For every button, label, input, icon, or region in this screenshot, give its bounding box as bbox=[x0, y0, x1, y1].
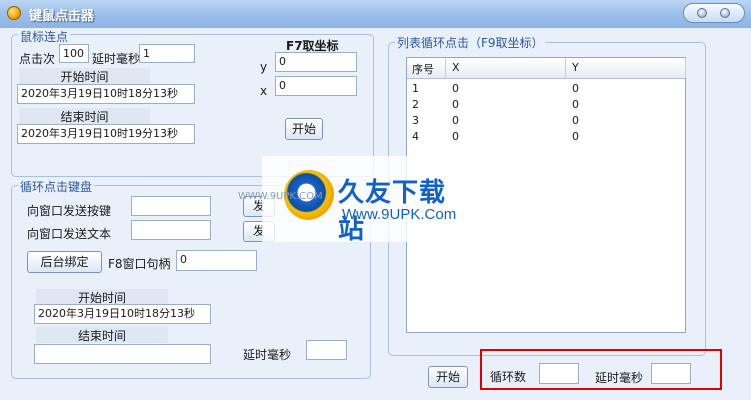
start-time-input[interactable]: 2020年3月19日10时18分13秒 bbox=[17, 84, 195, 104]
kb-delay-input[interactable] bbox=[306, 340, 347, 360]
list-loop-legend: 列表循环点击（F9取坐标） bbox=[395, 34, 546, 51]
send-text-label: 向窗口发送文本 bbox=[27, 227, 112, 241]
row-x: 0 bbox=[452, 82, 459, 95]
loop-delay-input[interactable] bbox=[651, 363, 691, 384]
list-start-button[interactable]: 开始 bbox=[428, 366, 468, 388]
end-time-input[interactable]: 2020年3月19日10时19分13秒 bbox=[17, 124, 195, 144]
close-button[interactable] bbox=[720, 8, 730, 18]
row-x: 0 bbox=[452, 114, 459, 127]
send-key-input[interactable] bbox=[131, 196, 211, 216]
title-bar[interactable]: 键鼠点击器 bbox=[0, 0, 751, 29]
row-index: 1 bbox=[412, 82, 419, 95]
send-key-label: 向窗口发送按键 bbox=[27, 204, 112, 218]
list-header: 序号 X Y bbox=[407, 58, 686, 79]
kb-end-time-input[interactable] bbox=[34, 344, 211, 364]
window-handle-input[interactable]: 0 bbox=[176, 250, 257, 271]
row-x: 0 bbox=[452, 98, 459, 111]
list-row[interactable]: 2 0 0 bbox=[407, 96, 685, 112]
watermark-url: Www.9UPK.Com bbox=[342, 206, 457, 223]
window-title: 键鼠点击器 bbox=[29, 9, 95, 24]
window-handle-label: F8窗口句柄 bbox=[108, 257, 171, 271]
x-coord-input[interactable]: 0 bbox=[275, 76, 357, 96]
y-label: y bbox=[260, 60, 268, 74]
keyboard-loop-legend: 循环点击键盘 bbox=[18, 178, 95, 195]
list-row[interactable]: 1 0 0 bbox=[407, 80, 685, 96]
kb-delay-label: 延时毫秒 bbox=[243, 348, 292, 362]
mouse-click-legend: 鼠标连点 bbox=[18, 28, 71, 45]
column-header-x[interactable]: X bbox=[452, 61, 460, 74]
row-y: 0 bbox=[572, 130, 579, 143]
minimize-button[interactable] bbox=[697, 8, 707, 18]
kb-start-time-input[interactable]: 2020年3月19日10时18分13秒 bbox=[34, 304, 211, 324]
click-count-label: 点击次 bbox=[19, 52, 56, 66]
row-index: 2 bbox=[412, 98, 419, 111]
delay-ms-input[interactable]: 1 bbox=[139, 44, 195, 63]
click-count-input[interactable]: 100 bbox=[59, 44, 89, 63]
row-y: 0 bbox=[572, 82, 579, 95]
app-icon bbox=[7, 6, 21, 20]
start-time-label: 开始时间 bbox=[19, 68, 150, 84]
column-divider bbox=[685, 58, 686, 78]
row-y: 0 bbox=[572, 98, 579, 111]
column-divider bbox=[565, 58, 566, 78]
column-divider bbox=[445, 58, 446, 78]
window-controls bbox=[683, 3, 745, 23]
column-header-index[interactable]: 序号 bbox=[412, 61, 434, 77]
y-coord-input[interactable]: 0 bbox=[275, 52, 357, 72]
delay-ms-label: 延时毫秒 bbox=[92, 52, 141, 66]
end-time-label: 结束时间 bbox=[19, 108, 150, 124]
list-row[interactable]: 3 0 0 bbox=[407, 112, 685, 128]
kb-start-time-label: 开始时间 bbox=[36, 289, 168, 305]
x-label: x bbox=[260, 84, 268, 98]
send-text-input[interactable] bbox=[131, 220, 211, 240]
row-y: 0 bbox=[572, 114, 579, 127]
column-header-y[interactable]: Y bbox=[572, 61, 579, 74]
kb-end-time-label: 结束时间 bbox=[36, 327, 168, 343]
loop-count-label: 循环数 bbox=[490, 370, 527, 384]
row-index: 4 bbox=[412, 130, 419, 143]
row-x: 0 bbox=[452, 130, 459, 143]
loop-delay-label: 延时毫秒 bbox=[595, 371, 644, 385]
background-bind-button[interactable]: 后台绑定 bbox=[27, 251, 102, 273]
list-row[interactable]: 4 0 0 bbox=[407, 128, 685, 144]
loop-count-input[interactable] bbox=[539, 363, 579, 384]
row-index: 3 bbox=[412, 114, 419, 127]
watermark-overlay-url: WWW.9UPK.COM bbox=[238, 191, 323, 202]
mouse-start-button[interactable]: 开始 bbox=[285, 118, 323, 140]
